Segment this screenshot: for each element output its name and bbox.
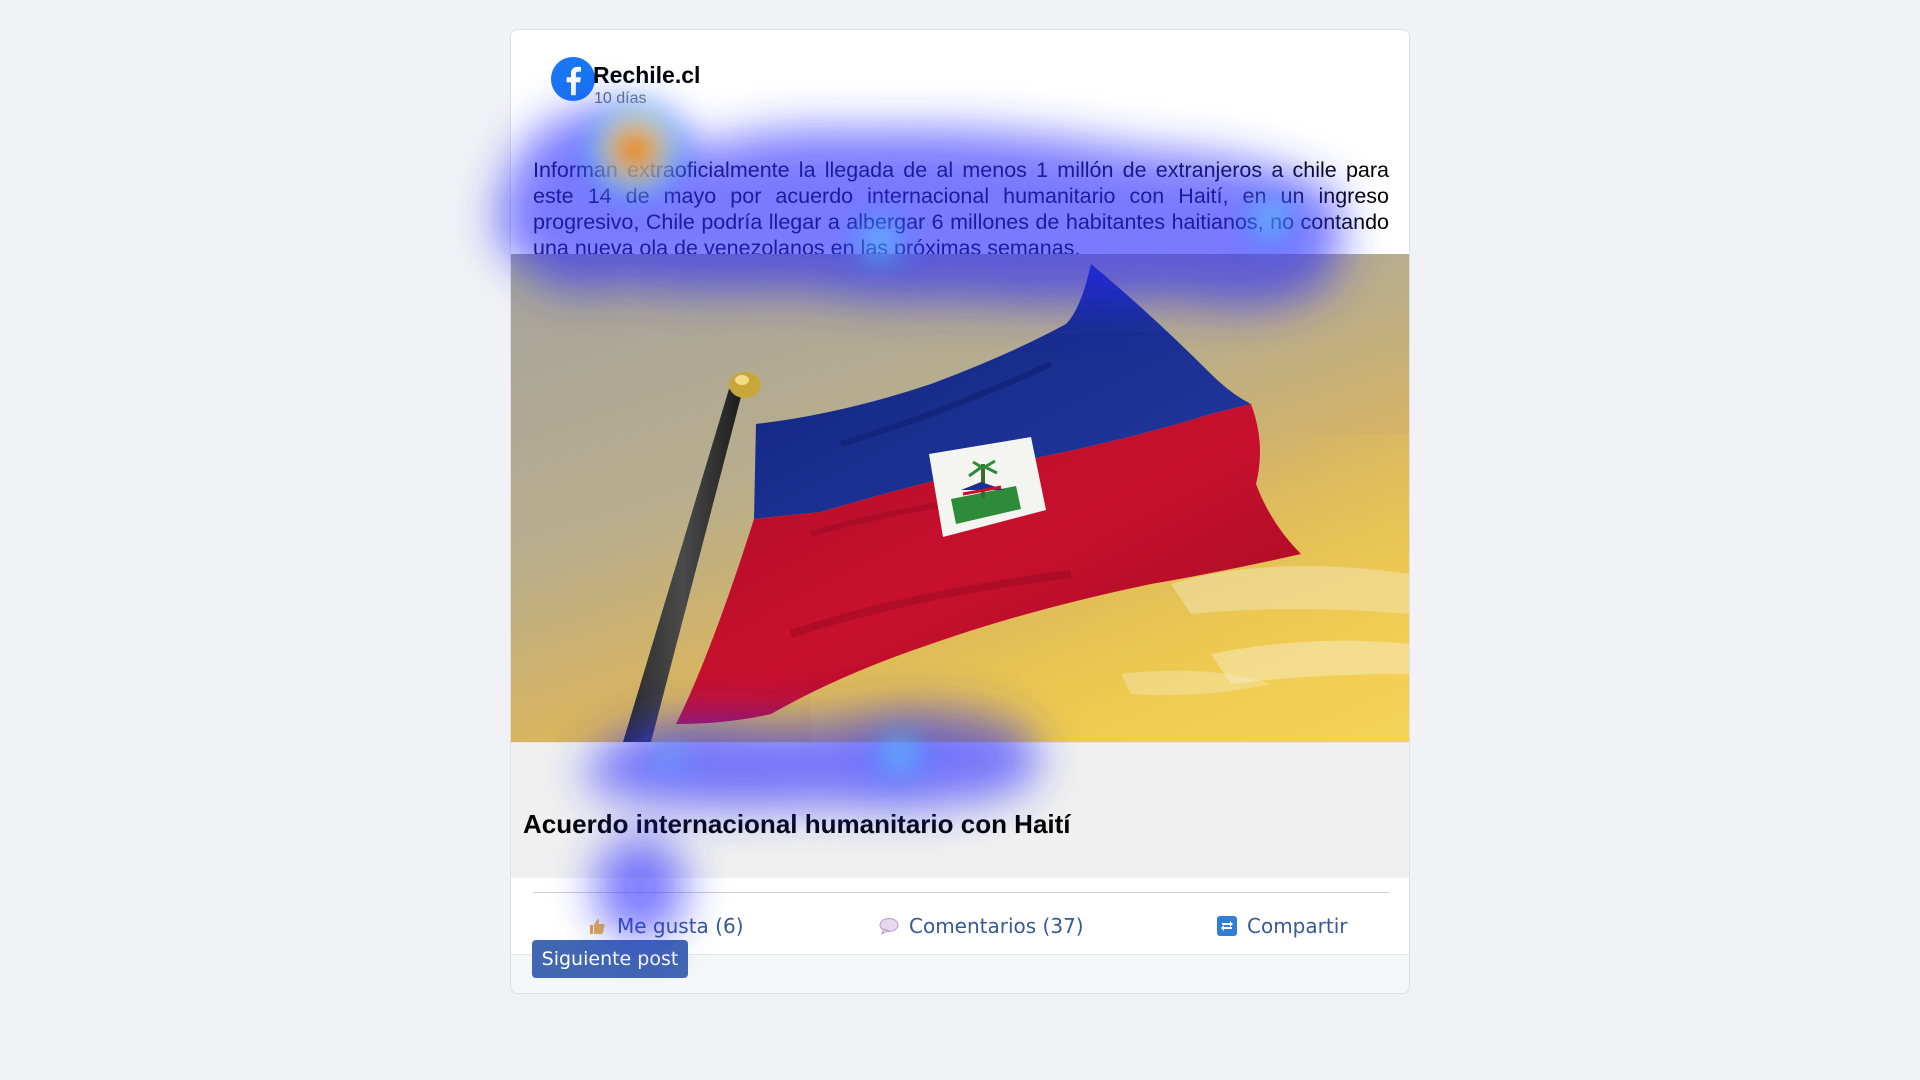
- share-arrows-icon: [1217, 916, 1237, 936]
- haiti-flag-photo: [511, 254, 1409, 742]
- post-timestamp[interactable]: 10 días: [594, 90, 646, 108]
- like-label: Me gusta (6): [617, 914, 744, 938]
- link-title[interactable]: Acuerdo internacional humanitario con Ha…: [523, 809, 1071, 840]
- thumbs-up-icon: [590, 919, 605, 934]
- post-text: Informan extraoficialmente la llegada de…: [533, 158, 1389, 260]
- facebook-logo-icon[interactable]: [550, 56, 596, 102]
- action-divider: [533, 892, 1389, 893]
- next-post-button[interactable]: Siguiente post: [532, 940, 688, 978]
- link-preview[interactable]: Acuerdo internacional humanitario con Ha…: [511, 742, 1409, 878]
- comment-label: Comentarios (37): [909, 914, 1084, 938]
- page-stage: Rechile.cl 10 días Informan extraoficial…: [0, 0, 1920, 1080]
- page-name[interactable]: Rechile.cl: [593, 62, 700, 89]
- post-image-haiti-flag[interactable]: [511, 254, 1409, 742]
- speech-bubble-icon: [879, 918, 899, 936]
- post-card: Rechile.cl 10 días Informan extraoficial…: [510, 29, 1410, 994]
- comment-button[interactable]: Comentarios (37): [879, 898, 1084, 954]
- share-label: Compartir: [1247, 914, 1348, 938]
- share-button[interactable]: Compartir: [1217, 898, 1347, 954]
